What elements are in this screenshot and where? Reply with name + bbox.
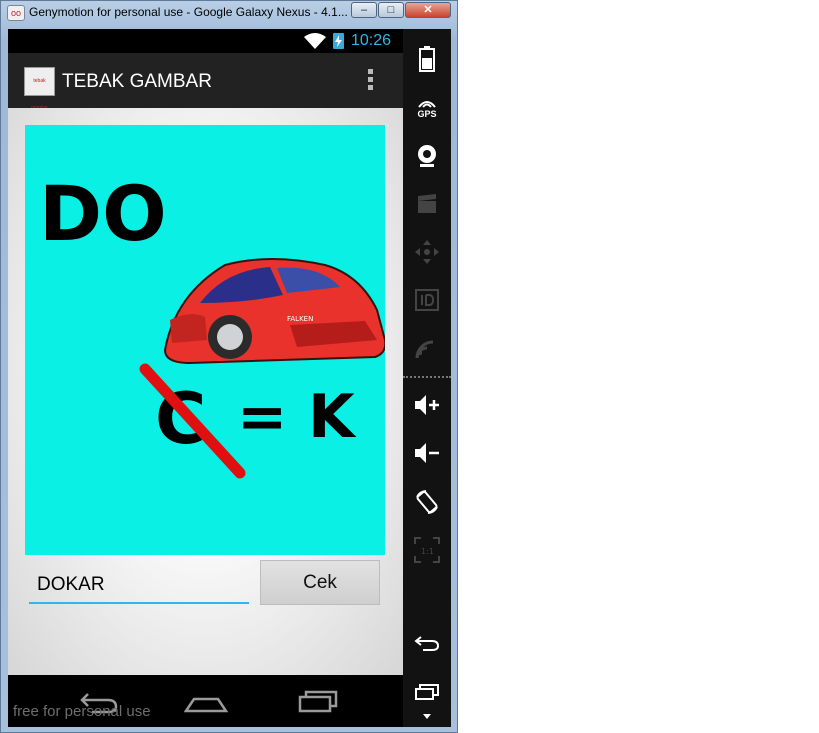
video-capture-icon[interactable] xyxy=(413,190,441,218)
maximize-button[interactable]: □ xyxy=(378,2,404,18)
main-content: DO FALKEN C = K DOKAR Cek xyxy=(8,108,403,675)
scale-icon[interactable]: 1:1 xyxy=(413,536,441,564)
battery-icon[interactable] xyxy=(413,45,441,73)
app-title: TEBAK GAMBAR xyxy=(62,71,212,92)
back-icon[interactable] xyxy=(413,629,441,657)
emulator-window: oo Genymotion for personal use - Google … xyxy=(0,0,458,733)
device-screen: 10:26 tebak gambar TEBAK GAMBAR DO xyxy=(8,29,403,727)
rotate-icon[interactable] xyxy=(413,488,441,516)
camera-icon[interactable] xyxy=(413,142,441,170)
minimize-icon: – xyxy=(360,4,368,16)
navigation-bar: free for personal use xyxy=(8,675,403,727)
car-badge-text: FALKEN xyxy=(287,315,313,323)
status-bar: 10:26 xyxy=(8,29,403,53)
puzzle-graphic: DO FALKEN C = K xyxy=(39,169,387,479)
car-illustration: FALKEN xyxy=(163,258,387,365)
close-icon: ✕ xyxy=(423,4,433,16)
home-icon[interactable] xyxy=(182,685,230,715)
menu-down-icon[interactable] xyxy=(413,707,441,725)
gps-icon[interactable]: GPS xyxy=(413,95,441,123)
window-title: Genymotion for personal use - Google Gal… xyxy=(29,5,348,19)
app-logo: tebak gambar xyxy=(24,67,55,111)
watermark-text: free for personal use xyxy=(13,703,151,720)
wifi-icon xyxy=(304,33,326,49)
volume-down-icon[interactable] xyxy=(413,439,441,467)
close-button[interactable]: ✕ xyxy=(405,2,451,18)
device-id-icon[interactable] xyxy=(413,286,441,314)
action-bar: tebak gambar TEBAK GAMBAR xyxy=(8,53,403,111)
dpad-icon[interactable] xyxy=(413,238,441,266)
window-titlebar[interactable]: oo Genymotion for personal use - Google … xyxy=(1,1,457,25)
status-clock: 10:26 xyxy=(351,32,392,49)
recent-apps-icon[interactable] xyxy=(294,685,342,715)
recent-apps-icon[interactable] xyxy=(413,677,441,705)
minimize-button[interactable]: – xyxy=(351,2,377,18)
puzzle-text-do: DO xyxy=(39,169,167,258)
battery-charging-icon xyxy=(333,33,344,49)
sidebar-divider xyxy=(403,376,451,378)
answer-input[interactable] xyxy=(29,568,249,604)
control-sidebar: GPS 1:1 xyxy=(403,29,451,727)
maximize-icon: □ xyxy=(387,4,395,16)
overflow-menu-icon[interactable] xyxy=(366,69,376,95)
puzzle-equation: = K xyxy=(237,382,357,452)
cek-button[interactable]: Cek xyxy=(260,560,380,605)
puzzle-image: DO FALKEN C = K xyxy=(25,125,387,555)
cast-icon[interactable] xyxy=(413,334,441,362)
gps-label: GPS xyxy=(417,109,437,119)
volume-up-icon[interactable] xyxy=(413,391,441,419)
svg-text:1:1: 1:1 xyxy=(421,547,434,556)
genymotion-logo-icon: oo xyxy=(7,5,25,21)
